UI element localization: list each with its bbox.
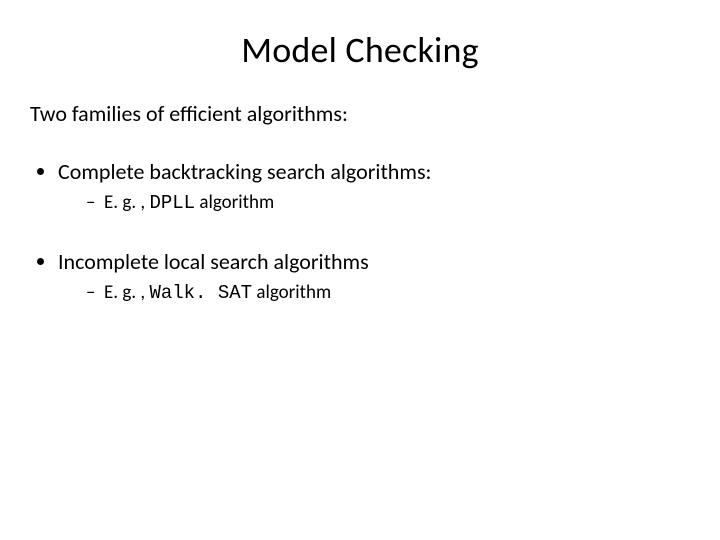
sub-suffix: algorithm xyxy=(195,191,274,214)
sub-list: E. g. , DPLL algorithm xyxy=(86,191,680,216)
list-item: Complete backtracking search algorithms:… xyxy=(58,158,680,216)
sub-list-item: E. g. , DPLL algorithm xyxy=(86,191,680,216)
sub-suffix: algorithm xyxy=(252,281,331,304)
sub-prefix: E. g. , xyxy=(104,191,149,214)
sub-prefix: E. g. , xyxy=(104,281,149,304)
sub-list-item: E. g. , Walk. SAT algorithm xyxy=(86,281,680,306)
slide-body: Two families of efficient algorithms: Co… xyxy=(0,100,720,306)
bullet-list: Complete backtracking search algorithms:… xyxy=(58,158,680,307)
sub-list: E. g. , Walk. SAT algorithm xyxy=(86,281,680,306)
code-term: DPLL xyxy=(149,192,195,214)
slide: Model Checking Two families of efficient… xyxy=(0,0,720,540)
intro-text: Two families of efficient algorithms: xyxy=(30,100,680,128)
bullet-text: Incomplete local search algorithms xyxy=(58,248,369,275)
list-item: Incomplete local search algorithms E. g.… xyxy=(58,248,680,306)
slide-title: Model Checking xyxy=(0,0,720,100)
bullet-text: Complete backtracking search algorithms: xyxy=(58,158,431,185)
code-term: Walk. SAT xyxy=(149,282,252,304)
